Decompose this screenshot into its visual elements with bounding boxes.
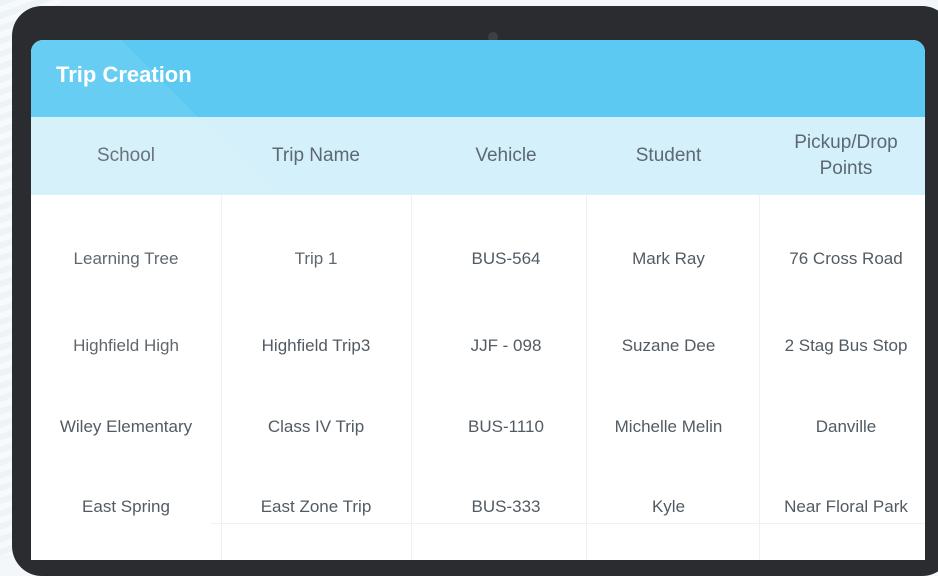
table-cell-trip-name[interactable]: Trip 1	[221, 239, 411, 279]
column-header-school[interactable]: School	[31, 117, 221, 195]
column-header-student[interactable]: Student	[586, 117, 751, 195]
table-cell-vehicle[interactable]: BUS-1110	[411, 407, 601, 447]
table-cell-trip-name[interactable]: Highfield Trip3	[221, 326, 411, 366]
table-cell-school[interactable]: East Spring	[31, 487, 221, 527]
table-cell-student[interactable]: Michelle Melin	[586, 407, 751, 447]
table-cell-student[interactable]: Kyle	[586, 487, 751, 527]
column-header-trip-name[interactable]: Trip Name	[221, 117, 411, 195]
table-cell-trip-name[interactable]: Class IV Trip	[221, 407, 411, 447]
table-cell-school[interactable]: Wiley Elementary	[31, 407, 221, 447]
table-cell-vehicle[interactable]: BUS-564	[411, 239, 601, 279]
row-divider	[211, 523, 925, 524]
table-cell-pickup-drop[interactable]: 2 Stag Bus Stop	[761, 326, 925, 366]
table-cell-school[interactable]: Learning Tree	[31, 239, 221, 279]
title-bar: Trip Creation	[31, 40, 925, 117]
table-cell-vehicle[interactable]: BUS-333	[411, 487, 601, 527]
table-cell-school[interactable]: Highfield High	[31, 326, 221, 366]
table-header: School Trip Name Vehicle Student Pickup/…	[31, 117, 925, 195]
column-divider	[759, 195, 760, 560]
column-header-pickup-drop[interactable]: Pickup/Drop Points	[776, 117, 916, 195]
table-cell-pickup-drop[interactable]: Danville	[761, 407, 925, 447]
page-title: Trip Creation	[56, 62, 192, 87]
table-cell-pickup-drop[interactable]: Near Floral Park	[761, 487, 925, 527]
table-cell-student[interactable]: Mark Ray	[586, 239, 751, 279]
app-screen: Trip Creation School Trip Name Vehicle S…	[31, 40, 925, 560]
table-cell-vehicle[interactable]: JJF - 098	[411, 326, 601, 366]
table-cell-pickup-drop[interactable]: 76 Cross Road	[761, 239, 925, 279]
column-header-vehicle[interactable]: Vehicle	[411, 117, 601, 195]
table-cell-student[interactable]: Suzane Dee	[586, 326, 751, 366]
table-cell-trip-name[interactable]: East Zone Trip	[221, 487, 411, 527]
